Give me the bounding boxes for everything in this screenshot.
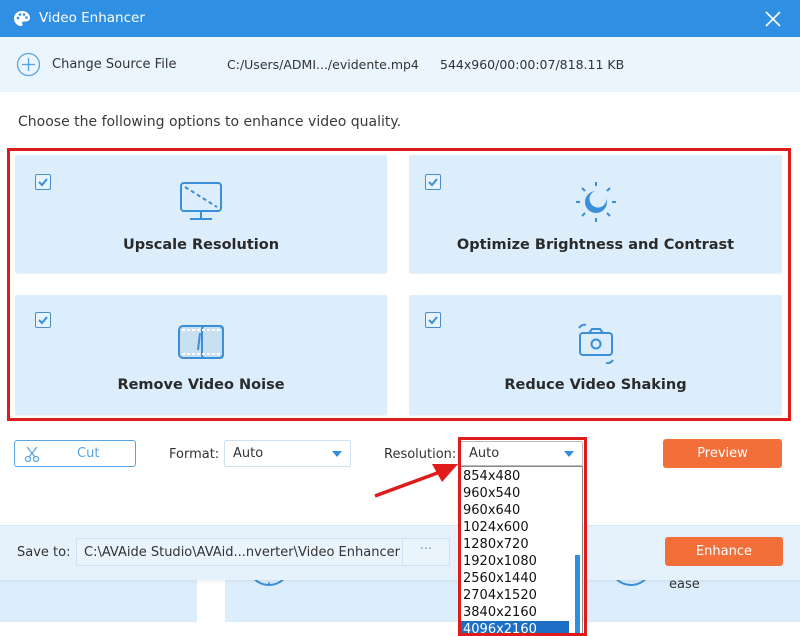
palette-icon	[14, 11, 30, 26]
option-label: Optimize Brightness and Contrast	[456, 237, 735, 253]
add-circle-icon[interactable]	[16, 52, 41, 77]
source-file-meta: 544x960/00:00:07/818.11 KB	[440, 57, 625, 72]
scissors-icon	[24, 446, 40, 462]
save-path-field[interactable]: C:\AVAide Studio\AVAid...nverter\Video E…	[76, 538, 450, 566]
format-value: Auto	[233, 446, 264, 461]
option-label: Reduce Video Shaking	[504, 377, 687, 393]
annotation-arrow-icon	[374, 464, 458, 498]
chevron-down-icon	[332, 451, 342, 457]
save-path-value: C:\AVAide Studio\AVAid...nverter\Video E…	[84, 545, 400, 560]
option-optimize-brightness[interactable]: Optimize Brightness and Contrast	[409, 155, 782, 273]
title-bar: Video Enhancer	[0, 0, 800, 37]
resolution-highlight-box	[458, 437, 587, 636]
option-remove-video-noise[interactable]: Remove Video Noise	[15, 295, 387, 415]
browse-folder-button[interactable]: ···	[402, 539, 449, 565]
preview-button[interactable]: Preview	[663, 439, 782, 468]
upscale-checkbox[interactable]	[35, 174, 51, 190]
option-upscale-resolution[interactable]: Upscale Resolution	[15, 155, 387, 273]
window-title: Video Enhancer	[39, 10, 145, 26]
noise-checkbox[interactable]	[35, 312, 51, 328]
option-label: Upscale Resolution	[122, 237, 280, 253]
brightness-checkbox[interactable]	[425, 174, 441, 190]
instruction-text: Choose the following options to enhance …	[18, 114, 402, 130]
source-file-bar: Change Source File C:/Users/ADMI.../evid…	[0, 37, 800, 92]
source-file-path: C:/Users/ADMI.../evidente.mp4	[227, 57, 419, 72]
format-select[interactable]: Auto	[224, 440, 351, 467]
shaking-checkbox[interactable]	[425, 312, 441, 328]
camera-shake-icon	[577, 323, 614, 364]
film-icon	[178, 325, 224, 359]
close-icon[interactable]	[763, 9, 783, 29]
option-reduce-video-shaking[interactable]: Reduce Video Shaking	[409, 295, 782, 415]
format-label: Format:	[169, 447, 220, 462]
save-to-label: Save to:	[17, 545, 71, 560]
brightness-icon	[575, 182, 616, 222]
cut-button[interactable]: Cut	[14, 440, 136, 467]
cut-label: Cut	[77, 446, 100, 461]
monitor-icon	[180, 182, 222, 220]
option-label: Remove Video Noise	[117, 377, 285, 393]
enhance-button[interactable]: Enhance	[665, 537, 783, 566]
video-enhancer-window: Correct your video color ease Video Enha…	[0, 0, 800, 636]
change-source-file-button[interactable]: Change Source File	[52, 57, 176, 72]
